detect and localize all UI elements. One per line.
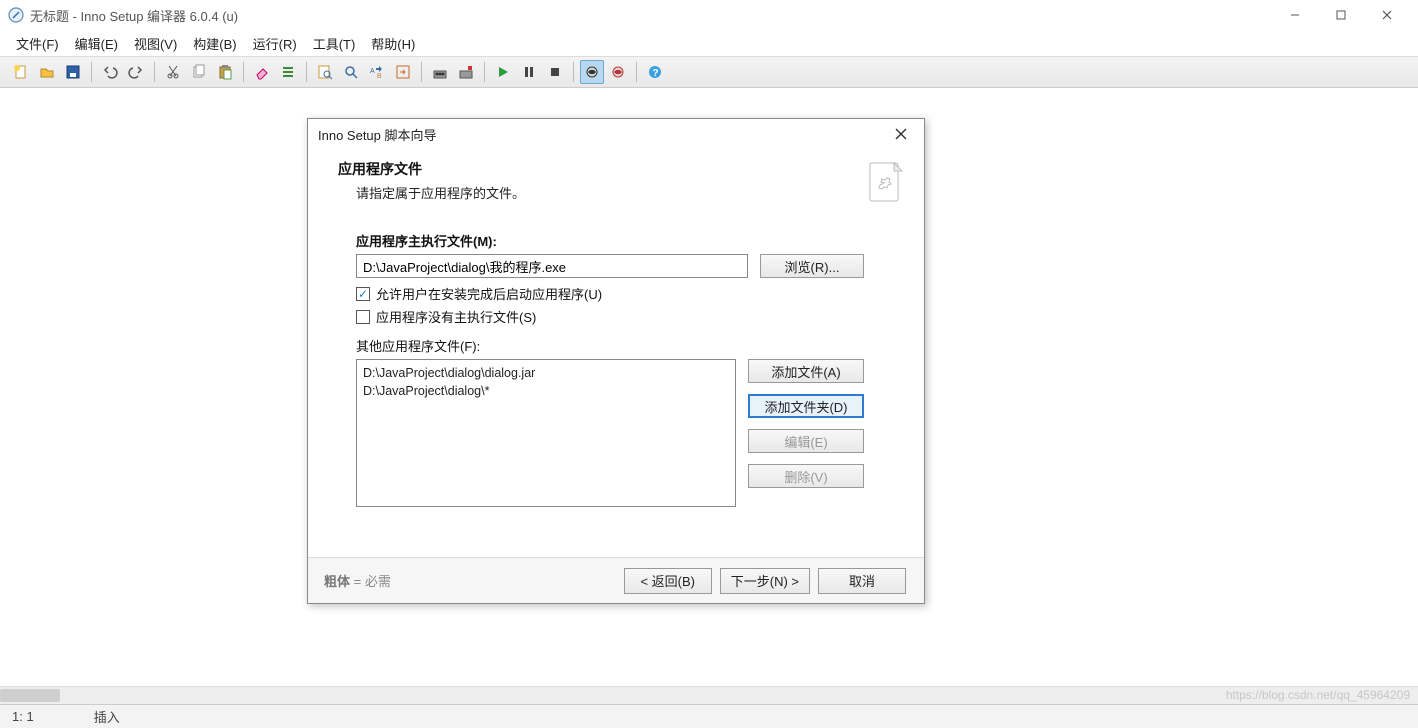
minimize-button[interactable]: [1272, 0, 1318, 30]
menu-help[interactable]: 帮助(H): [363, 31, 423, 56]
stop-icon[interactable]: [543, 60, 567, 84]
new-icon[interactable]: [9, 60, 33, 84]
compile-icon[interactable]: [428, 60, 452, 84]
redo-icon[interactable]: [124, 60, 148, 84]
svg-text:A: A: [370, 68, 375, 75]
dialog-footer: 粗体 = 必需 < 返回(B) 下一步(N) > 取消: [308, 557, 924, 603]
dialog-close-button[interactable]: [888, 121, 914, 147]
target-setup-icon[interactable]: [580, 60, 604, 84]
dialog-titlebar: Inno Setup 脚本向导: [308, 119, 924, 149]
main-exe-label: 应用程序主执行文件(M):: [356, 231, 864, 250]
window-title: 无标题 - Inno Setup 编译器 6.0.4 (u): [30, 6, 1272, 25]
delete-file-button[interactable]: 删除(V): [748, 464, 864, 488]
maximize-button[interactable]: [1318, 0, 1364, 30]
pause-icon[interactable]: [517, 60, 541, 84]
save-icon[interactable]: [61, 60, 85, 84]
toolbar-separator: [421, 62, 422, 82]
menu-edit[interactable]: 编辑(E): [67, 31, 126, 56]
toolbar-separator: [573, 62, 574, 82]
cancel-button[interactable]: 取消: [818, 568, 906, 594]
status-bar: 1: 1 插入: [0, 704, 1418, 728]
dialog-heading: 应用程序文件: [338, 159, 866, 179]
svg-text:?: ?: [653, 68, 659, 79]
erase-icon[interactable]: [250, 60, 274, 84]
app-icon: [8, 7, 24, 23]
target-uninstall-icon[interactable]: [606, 60, 630, 84]
zoom-icon[interactable]: [339, 60, 363, 84]
horizontal-scrollbar[interactable]: [0, 686, 1418, 704]
toolbar-separator: [243, 62, 244, 82]
add-folder-button[interactable]: 添加文件夹(D): [748, 394, 864, 418]
replace-icon[interactable]: AB: [365, 60, 389, 84]
back-button[interactable]: < 返回(B): [624, 568, 712, 594]
svg-text:B: B: [377, 73, 382, 80]
add-file-button[interactable]: 添加文件(A): [748, 359, 864, 383]
copy-icon[interactable]: [187, 60, 211, 84]
edit-file-button[interactable]: 编辑(E): [748, 429, 864, 453]
other-files-listbox[interactable]: D:\JavaProject\dialog\dialog.jar D:\Java…: [356, 359, 736, 507]
run-icon[interactable]: [491, 60, 515, 84]
menu-file[interactable]: 文件(F): [8, 31, 67, 56]
menu-build[interactable]: 构建(B): [185, 31, 244, 56]
cursor-position: 1: 1: [12, 709, 34, 724]
watermark: https://blog.csdn.net/qq_45964209: [1226, 688, 1410, 702]
toolbar-separator: [484, 62, 485, 82]
menu-run[interactable]: 运行(R): [245, 31, 305, 56]
allow-run-label: 允许用户在安装完成后启动应用程序(U): [376, 284, 602, 303]
toolbar-separator: [306, 62, 307, 82]
list-item[interactable]: D:\JavaProject\dialog\dialog.jar: [363, 364, 729, 382]
toolbar-separator: [154, 62, 155, 82]
checkbox-icon: [356, 310, 370, 324]
browse-button[interactable]: 浏览(R)...: [760, 254, 864, 278]
find-icon[interactable]: [313, 60, 337, 84]
undo-icon[interactable]: [98, 60, 122, 84]
stop-compile-icon[interactable]: [454, 60, 478, 84]
required-hint: 粗体 = 必需: [324, 571, 391, 590]
close-button[interactable]: [1364, 0, 1410, 30]
toolbar-separator: [91, 62, 92, 82]
menu-bar: 文件(F) 编辑(E) 视图(V) 构建(B) 运行(R) 工具(T) 帮助(H…: [0, 30, 1418, 56]
window-controls: [1272, 0, 1410, 30]
help-icon[interactable]: ?: [643, 60, 667, 84]
open-icon[interactable]: [35, 60, 59, 84]
script-wizard-dialog: Inno Setup 脚本向导 应用程序文件 请指定属于应用程序的文件。 应用程…: [307, 118, 925, 604]
goto-icon[interactable]: [391, 60, 415, 84]
dialog-body: 应用程序主执行文件(M): 浏览(R)... 允许用户在安装完成后启动应用程序(…: [308, 221, 924, 557]
other-files-label: 其他应用程序文件(F):: [356, 336, 864, 355]
title-bar: 无标题 - Inno Setup 编译器 6.0.4 (u): [0, 0, 1418, 30]
dialog-header: 应用程序文件 请指定属于应用程序的文件。: [308, 149, 924, 221]
main-exe-input[interactable]: [356, 254, 748, 278]
next-button[interactable]: 下一步(N) >: [720, 568, 810, 594]
cut-icon[interactable]: [161, 60, 185, 84]
insert-mode: 插入: [94, 707, 120, 726]
no-main-exe-label: 应用程序没有主执行文件(S): [376, 307, 536, 326]
no-main-exe-checkbox[interactable]: 应用程序没有主执行文件(S): [356, 307, 864, 326]
allow-run-checkbox[interactable]: 允许用户在安装完成后启动应用程序(U): [356, 284, 864, 303]
paste-icon[interactable]: [213, 60, 237, 84]
list-icon[interactable]: [276, 60, 300, 84]
list-item[interactable]: D:\JavaProject\dialog\*: [363, 382, 729, 400]
toolbar-separator: [636, 62, 637, 82]
dialog-subheading: 请指定属于应用程序的文件。: [356, 183, 866, 202]
toolbar: AB ?: [0, 56, 1418, 88]
checkbox-icon: [356, 287, 370, 301]
menu-tools[interactable]: 工具(T): [305, 31, 364, 56]
menu-view[interactable]: 视图(V): [126, 31, 185, 56]
wizard-page-icon: [866, 159, 906, 207]
dialog-title: Inno Setup 脚本向导: [318, 125, 437, 144]
